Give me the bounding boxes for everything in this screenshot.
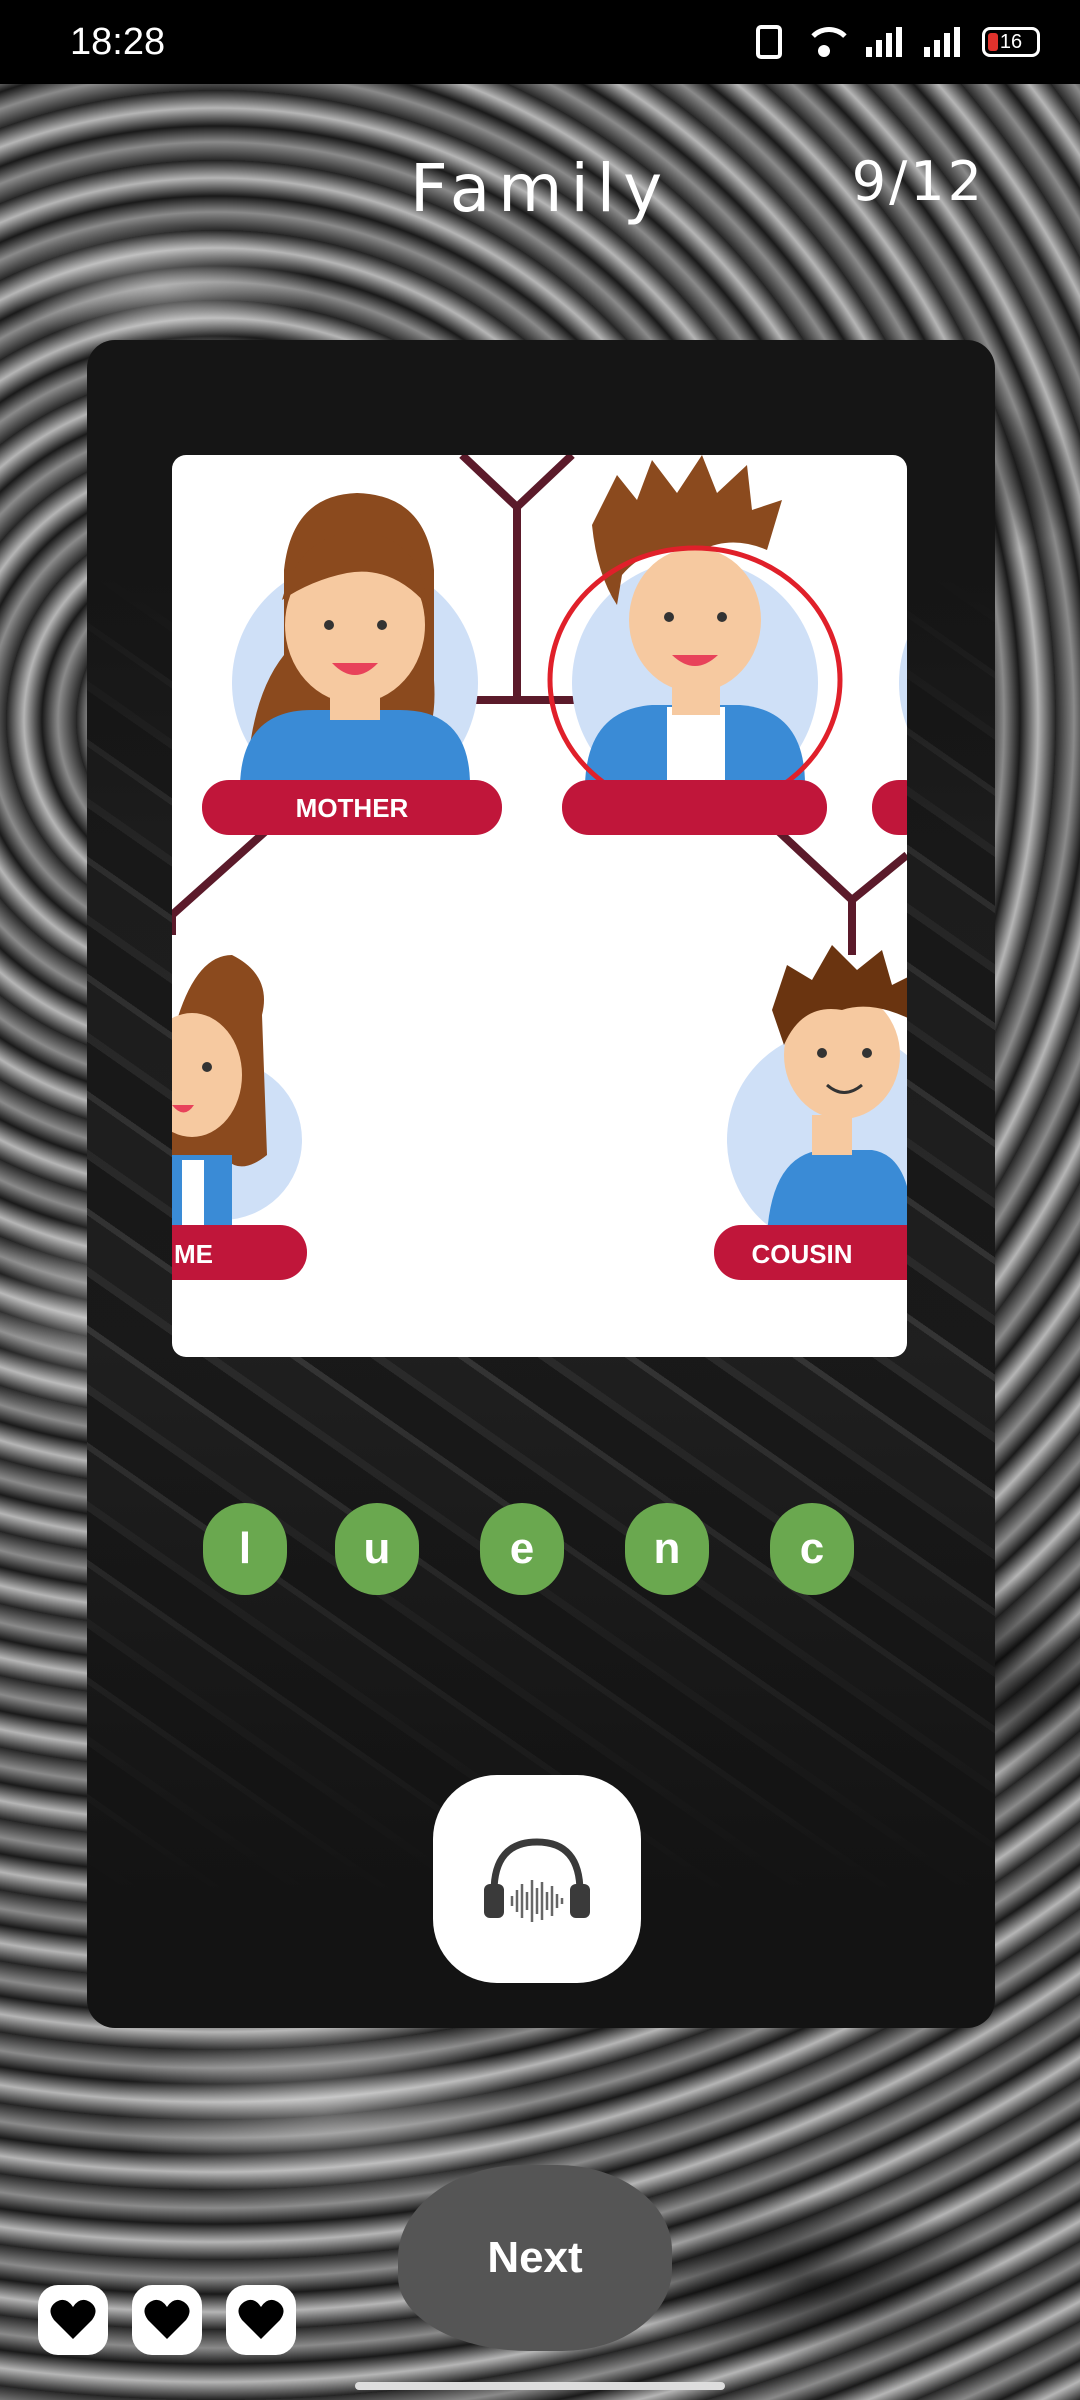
left-partial-label: ME	[172, 1225, 307, 1280]
heart-icon	[50, 2299, 96, 2339]
letter-tile[interactable]: e	[480, 1503, 564, 1595]
status-bar: 18:28 16	[0, 0, 1080, 84]
brother-figure	[547, 455, 843, 815]
signal-icon	[866, 27, 902, 57]
brother-label	[562, 780, 827, 835]
family-tree-image: MOTHER ME COUSIN	[172, 455, 907, 1357]
svg-text:ME: ME	[174, 1239, 213, 1269]
life	[38, 2285, 108, 2355]
letter-tile[interactable]: n	[625, 1503, 709, 1595]
left-partial-figure	[172, 955, 302, 1230]
svg-text:MOTHER: MOTHER	[296, 793, 409, 823]
battery-level: 16	[999, 30, 1023, 53]
status-time: 18:28	[70, 20, 166, 63]
letter-tile[interactable]: u	[335, 1503, 419, 1595]
question-progress: 9/12	[851, 150, 985, 213]
heart-icon	[144, 2299, 190, 2339]
next-button[interactable]: Next	[398, 2165, 672, 2351]
partial-label	[872, 780, 907, 835]
heart-icon	[238, 2299, 284, 2339]
vibrate-icon	[756, 25, 782, 59]
svg-text:COUSIN: COUSIN	[751, 1239, 852, 1269]
lives	[38, 2285, 296, 2355]
letter-tiles: l u e n c	[200, 1503, 860, 1595]
life	[132, 2285, 202, 2355]
status-icons: 16	[756, 25, 1040, 59]
letter-tile[interactable]: l	[203, 1503, 287, 1595]
signal-icon	[924, 27, 960, 57]
mother-figure	[232, 493, 478, 815]
cousin-label: COUSIN	[714, 1225, 907, 1280]
letter-tile[interactable]: c	[770, 1503, 854, 1595]
life	[226, 2285, 296, 2355]
wifi-icon	[804, 27, 854, 57]
home-indicator[interactable]	[355, 2382, 725, 2390]
cousin-figure	[727, 945, 907, 1250]
play-audio-button[interactable]	[433, 1775, 641, 1983]
mother-label: MOTHER	[202, 780, 502, 835]
headphones-icon	[484, 1838, 590, 1922]
battery-icon: 16	[982, 27, 1040, 57]
